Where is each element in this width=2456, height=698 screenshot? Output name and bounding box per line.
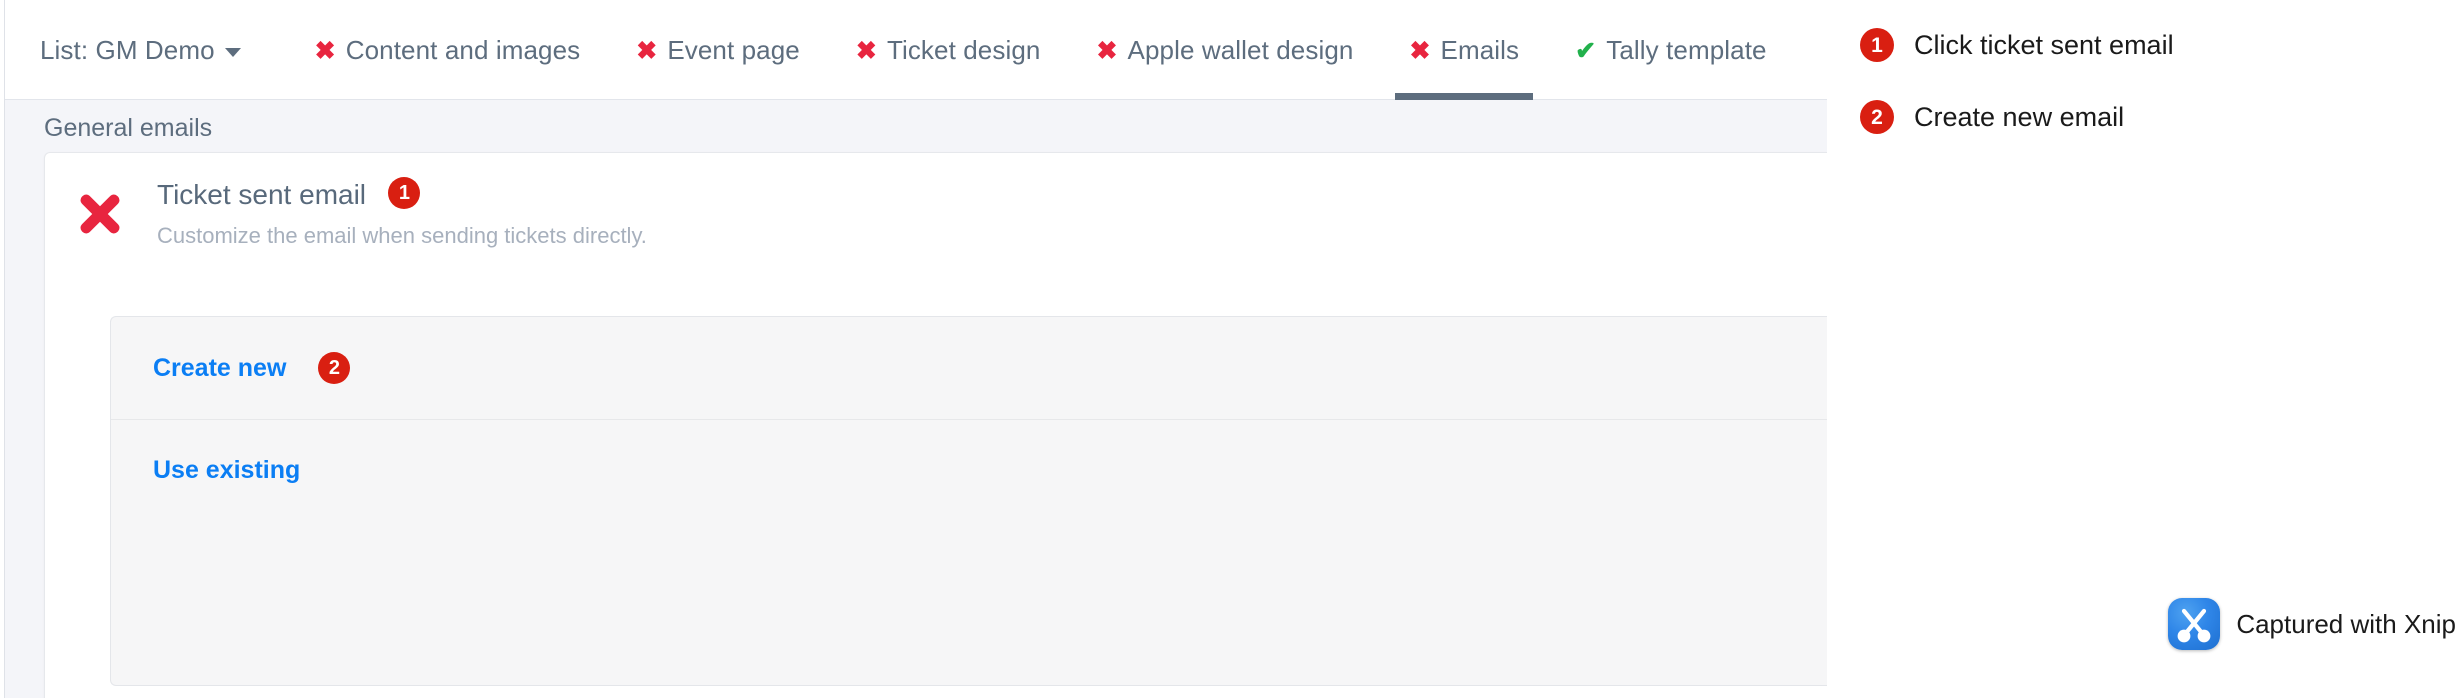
use-existing-link[interactable]: Use existing (153, 456, 300, 485)
tab-list-gm-demo[interactable]: List: GM Demo (0, 0, 287, 100)
tab-emails[interactable]: ✖ Emails (1381, 0, 1547, 100)
create-new-link[interactable]: Create new (153, 354, 286, 383)
red-x-status-icon (71, 185, 129, 243)
card-header: Ticket sent email 1 Customize the email … (45, 153, 1827, 265)
tab-apple-wallet-design[interactable]: ✖ Apple wallet design (1068, 0, 1381, 100)
step-badge-2: 2 (1860, 100, 1894, 134)
x-mark-icon: ✖ (855, 36, 877, 65)
window-left-gutter (0, 0, 5, 698)
step-badge-1: 1 (1860, 28, 1894, 62)
annotation-panel: 1 Click ticket sent email 2 Create new e… (1827, 0, 2456, 698)
annotation-step-text: Click ticket sent email (1914, 29, 2174, 60)
check-mark-icon: ✔ (1575, 36, 1597, 65)
tab-ticket-design[interactable]: ✖ Ticket design (828, 0, 1069, 100)
step-badge-1: 1 (388, 177, 421, 209)
annotation-step-list: 1 Click ticket sent email 2 Create new e… (1860, 22, 2174, 166)
option-use-existing[interactable]: Use existing (111, 419, 1827, 521)
x-mark-icon: ✖ (1096, 36, 1118, 65)
annotation-step-1: 1 Click ticket sent email (1860, 22, 2174, 68)
option-create-new[interactable]: Create new 2 (111, 317, 1827, 419)
emails-page-body: General emails Ticket sent email 1 Custo… (5, 100, 1827, 698)
watermark-label: Captured with Xnip (2236, 608, 2456, 639)
tab-label: Ticket design (886, 34, 1041, 65)
captured-app-screenshot: List: GM Demo ✖ Content and images ✖ Eve… (0, 0, 1827, 698)
tab-label: Content and images (345, 34, 581, 65)
tab-label: Apple wallet design (1127, 34, 1354, 65)
card-header-text: Ticket sent email 1 Customize the email … (157, 177, 647, 249)
x-mark-icon: ✖ (636, 36, 658, 65)
tab-label: List: GM Demo (40, 34, 215, 65)
tab-tally-template[interactable]: ✔ Tally template (1547, 0, 1794, 100)
tab-label: Event page (667, 34, 800, 65)
step-badge-2: 2 (318, 352, 351, 384)
x-mark-icon: ✖ (314, 36, 336, 65)
tab-label: Emails (1440, 34, 1520, 65)
xnip-watermark: Captured with Xnip (2168, 598, 2456, 650)
tab-content-and-images[interactable]: ✖ Content and images (287, 0, 609, 100)
chevron-down-icon (224, 47, 241, 57)
annotation-step-2: 2 Create new email (1860, 94, 2174, 140)
scissors-icon (2168, 598, 2221, 650)
ticket-sent-email-card[interactable]: Ticket sent email 1 Customize the email … (44, 152, 1827, 698)
tab-event-page[interactable]: ✖ Event page (608, 0, 828, 100)
settings-tab-bar: List: GM Demo ✖ Content and images ✖ Eve… (0, 0, 1827, 100)
tab-label: Tally template (1606, 34, 1767, 65)
x-mark-icon: ✖ (1409, 36, 1431, 65)
email-options-list: Create new 2 Use existing (110, 316, 1827, 686)
annotation-step-text: Create new email (1914, 101, 2125, 132)
card-subtitle: Customize the email when sending tickets… (157, 223, 647, 248)
card-title: Ticket sent email (157, 178, 367, 210)
section-heading-general-emails: General emails (44, 114, 213, 142)
